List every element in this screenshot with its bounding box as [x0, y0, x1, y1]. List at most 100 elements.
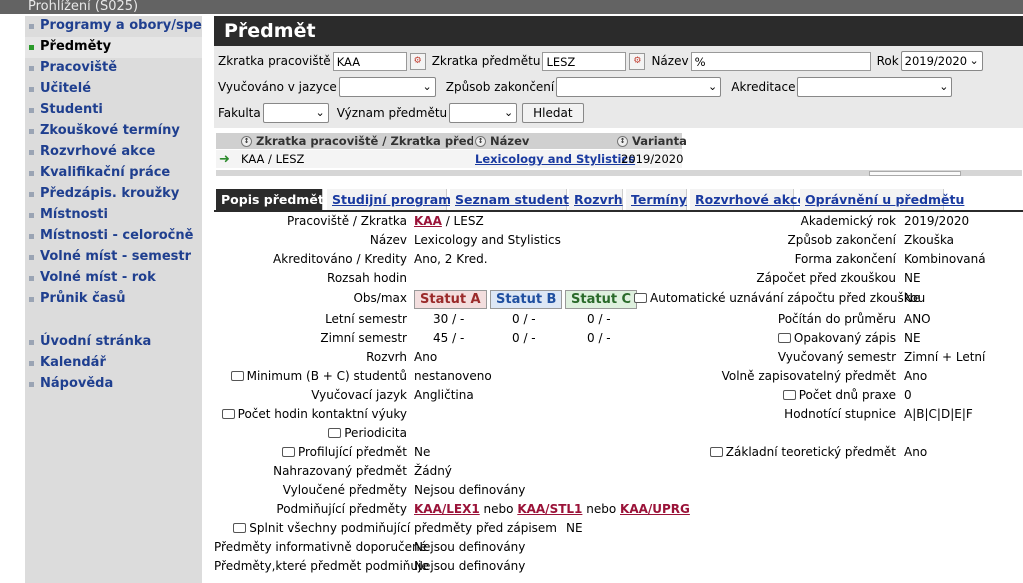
sidebar-item-programy[interactable]: Programy a obory/spec.: [25, 16, 202, 37]
fakulta-label: Fakulta: [218, 106, 261, 120]
sidebar-item-prunik-casu[interactable]: Průnik časů: [25, 289, 202, 310]
bullet-icon: [29, 150, 34, 155]
pocet-dnu-praxe-label: Počet dnů praxe: [634, 386, 896, 404]
picker-icon[interactable]: ⚙: [409, 52, 426, 70]
sidebar-item-uvodni-stranka[interactable]: Úvodní stránka: [25, 332, 202, 353]
bullet-icon: [29, 192, 34, 197]
hodnotici-stupnice-label: Hodnotící stupnice: [784, 407, 896, 421]
sidebar-item-ucitele[interactable]: Učitelé: [25, 79, 202, 100]
column-header-code[interactable]: ↕Zkratka pracoviště / Zkratka předmětu: [241, 133, 473, 149]
tab-popis-predmetu[interactable]: Popis předmětu: [216, 189, 333, 210]
sort-icon: ↕: [617, 136, 628, 147]
tab-rozvrh[interactable]: Rozvrh: [569, 189, 623, 210]
vyloucene-value: Nejsou definovány: [414, 483, 526, 497]
bullet-icon: [29, 361, 34, 366]
note-icon[interactable]: [634, 292, 647, 303]
akademicky-rok-value: 2019/2020: [904, 214, 970, 228]
ktere-podminuje-value: Nejsou definovány: [414, 559, 526, 573]
sidebar-item-mistnosti-celorocne[interactable]: Místnosti - celoročně: [25, 226, 202, 247]
zkratka-pracoviste-input[interactable]: KAA: [332, 51, 407, 71]
zkratka-predmetu-label: Zkratka předmětu: [431, 54, 541, 68]
minimum-studentu-value: nestanoveno: [414, 369, 492, 383]
sidebar-item-studenti[interactable]: Studenti: [25, 100, 202, 121]
sidebar-item-kalendar[interactable]: Kalendář: [25, 353, 202, 374]
fakulta-select[interactable]: ⌄: [262, 103, 329, 123]
note-icon[interactable]: [782, 389, 796, 400]
filter-row-1: Zkratka pracoviště KAA ⚙ Zkratka předmět…: [214, 49, 983, 73]
vyznam-label: Význam předmětu: [336, 106, 448, 120]
zimni-semestr-label: Zimní semestr: [320, 331, 407, 345]
sidebar-item-zkouskove-terminy[interactable]: Zkouškové termíny: [25, 121, 202, 142]
rozvrh-label: Rozvrh: [366, 350, 407, 364]
detail-row: Vyučovací jazyk Angličtina Počet dnů pra…: [214, 386, 1023, 405]
sidebar-item-kvalifikacni-prace[interactable]: Kvalifikační práce: [25, 163, 202, 184]
note-icon[interactable]: [328, 427, 342, 438]
bullet-icon: [29, 129, 34, 134]
tab-rozvrhove-akce[interactable]: Rozvrhové akce: [690, 189, 806, 210]
picker-icon[interactable]: ⚙: [629, 52, 646, 70]
tab-opravneni[interactable]: Oprávnění u předmětu: [800, 189, 964, 210]
akreditovano-label: Akreditováno / Kredity: [273, 252, 407, 266]
statut-a-button[interactable]: Statut A: [414, 290, 487, 309]
volne-zapisovatelny-label: Volně zapisovatelný předmět: [721, 369, 896, 383]
podminujici-link-stl1[interactable]: KAA/STL1: [517, 502, 582, 516]
note-icon[interactable]: [709, 446, 723, 457]
chevron-down-icon: ⌄: [939, 80, 949, 93]
bullet-icon: [29, 382, 34, 387]
sort-icon: ↕: [475, 136, 486, 147]
sidebar-item-predmety[interactable]: Předměty: [25, 37, 202, 58]
main-content: Předmět Zkratka pracoviště KAA ⚙ Zkratka…: [214, 16, 1023, 573]
sidebar-item-pracoviste[interactable]: Pracoviště: [25, 58, 202, 79]
row-name-link[interactable]: Lexicology and Stylistics: [475, 150, 635, 168]
detail-row: Akreditováno / Kredity Ano, 2 Kred. Form…: [214, 250, 1023, 269]
vyucovano-label: Vyučováno v jazyce: [218, 80, 337, 94]
vyucovano-select[interactable]: ⌄: [338, 77, 436, 97]
detail-row: Název Lexicology and Stylistics Způsob z…: [214, 231, 1023, 250]
podminujici-link-uprg[interactable]: KAA/UPRG: [620, 502, 690, 516]
zpusob-zakonceni-select[interactable]: ⌄: [556, 77, 722, 97]
chevron-down-icon: ⌄: [422, 80, 432, 93]
volne-zapisovatelny-value: Ano: [904, 369, 928, 383]
horizontal-scrollbar[interactable]: [216, 170, 1022, 176]
rok-select[interactable]: 2019/2020 ⌄: [900, 51, 983, 71]
opakovany-zapis-value: NE: [904, 331, 921, 345]
note-icon[interactable]: [221, 408, 235, 419]
tab-terminy[interactable]: Termíny: [626, 189, 687, 210]
forma-zakonceni-value: Kombinovaná: [904, 252, 986, 266]
zkratka-predmetu-input[interactable]: LESZ: [542, 51, 627, 71]
note-icon[interactable]: [230, 370, 244, 381]
podminujici-value: KAA/LEX1 nebo KAA/STL1 nebo KAA/UPRG: [414, 502, 690, 516]
automaticke-uznani-label: Automatické uznávání zápočtu před zkoušk…: [634, 289, 925, 307]
note-icon[interactable]: [777, 332, 791, 343]
forma-zakonceni-label: Forma zakončení: [794, 252, 896, 266]
pracoviste-link[interactable]: KAA: [414, 214, 442, 228]
statut-c-button[interactable]: Statut C: [565, 290, 638, 309]
window-title: Prohlížení (S025): [0, 0, 1023, 14]
note-icon[interactable]: [281, 446, 295, 457]
akreditace-select[interactable]: ⌄: [797, 77, 953, 97]
filter-row-3: Fakulta ⌄ Význam předmětu ⌄ Hledat: [214, 101, 584, 125]
akreditace-label: Akreditace: [731, 80, 796, 94]
search-button[interactable]: Hledat: [522, 103, 584, 123]
column-header-variant[interactable]: ↕ Varianta: [617, 133, 687, 149]
scrollbar-thumb[interactable]: [869, 171, 961, 176]
zpusob-zakonceni-detail-value: Zkouška: [904, 233, 955, 247]
tab-bar: Popis předmětu Studijní programy Seznam …: [214, 189, 1023, 212]
sidebar-item-rozvrhove-akce[interactable]: Rozvrhové akce: [25, 142, 202, 163]
tab-seznam-studentu[interactable]: Seznam studentů: [450, 189, 578, 210]
statut-b-button[interactable]: Statut B: [490, 290, 563, 309]
note-icon[interactable]: [233, 522, 247, 533]
sidebar-item-volne-mist-semestr[interactable]: Volné míst - semestr: [25, 247, 202, 268]
nazev-input[interactable]: %: [690, 51, 871, 71]
sidebar-item-predzapis-krouzky[interactable]: Předzápis. kroužky: [25, 184, 202, 205]
sidebar-item-mistnosti[interactable]: Místnosti: [25, 205, 202, 226]
sidebar-item-napoveda[interactable]: Nápověda: [25, 374, 202, 395]
sidebar-item-volne-mist-rok[interactable]: Volné míst - rok: [25, 268, 202, 289]
table-row[interactable]: ➜ KAA / LESZ Lexicology and Stylistics 2…: [216, 150, 683, 168]
tab-studijni-programy[interactable]: Studijní programy: [327, 189, 459, 210]
podminujici-link-lex1[interactable]: KAA/LEX1: [414, 502, 480, 516]
row-selected-arrow-icon: ➜: [219, 152, 230, 167]
vyznam-select[interactable]: ⌄: [449, 103, 518, 123]
column-header-name[interactable]: ↕ Název: [475, 133, 615, 149]
